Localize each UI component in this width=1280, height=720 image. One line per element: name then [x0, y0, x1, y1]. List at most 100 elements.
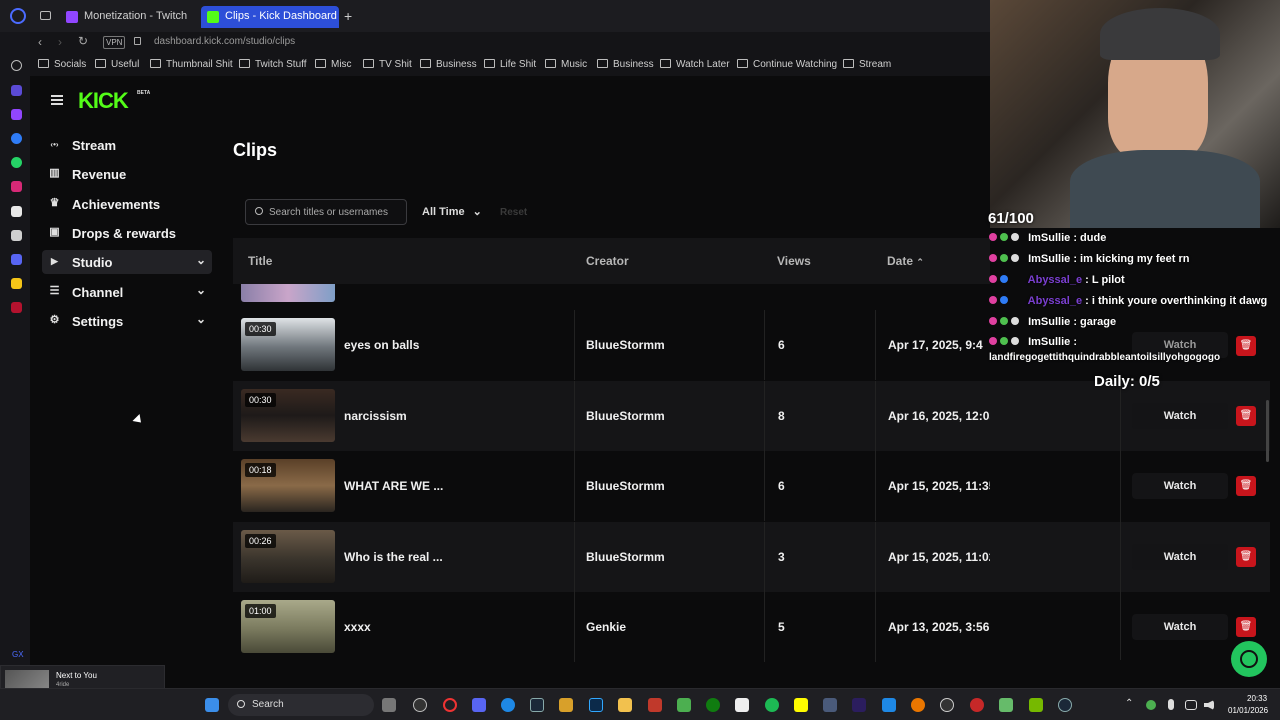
watch-button[interactable]: Watch — [1132, 614, 1228, 640]
app-icon[interactable] — [970, 698, 984, 712]
chevron-up-icon[interactable]: ⌃ — [1125, 698, 1133, 709]
tiktok-icon[interactable] — [11, 206, 22, 217]
clip-thumbnail[interactable]: 00:26 — [241, 530, 335, 583]
bookmark-folder[interactable]: Watch Later — [660, 59, 730, 70]
column-date[interactable]: Date ⌃ — [887, 254, 924, 268]
kick-logo[interactable]: KICK — [78, 88, 129, 114]
delete-icon[interactable]: 🗑 — [1236, 406, 1256, 426]
app-icon[interactable] — [823, 698, 837, 712]
bookmark-folder[interactable]: Music — [545, 59, 587, 70]
obs-icon[interactable] — [413, 698, 427, 712]
clip-title[interactable]: WHAT ARE WE ... — [344, 479, 443, 493]
table-row[interactable]: 00:18 WHAT ARE WE ... BluueStormm 6 Apr … — [233, 451, 1017, 521]
app-icon[interactable] — [999, 698, 1013, 712]
browser-logo-icon[interactable] — [10, 8, 26, 24]
bookmark-folder[interactable]: Misc — [315, 59, 352, 70]
table-row[interactable]: 00:30 eyes on balls BluueStormm 6 Apr 17… — [233, 310, 990, 380]
vpn-badge[interactable]: VPN — [103, 36, 126, 49]
time-filter-select[interactable]: All Time ⌄ — [422, 205, 482, 218]
new-tab-button[interactable]: + — [344, 8, 352, 24]
discord-icon[interactable] — [11, 254, 22, 265]
nav-channel[interactable]: ☰ Channel ⌄ — [42, 280, 212, 304]
bookmark-folder[interactable]: Twitch Stuff — [239, 59, 307, 70]
extension-icon[interactable] — [11, 302, 22, 313]
nav-drops-rewards[interactable]: ▣ Drops & rewards — [42, 221, 212, 245]
clip-title[interactable]: xxxx — [344, 620, 371, 634]
folder-icon[interactable] — [618, 698, 632, 712]
table-row[interactable]: 01:00 xxxx Genkie 5 Apr 13, 2025, 3:56 P… — [233, 592, 1011, 662]
tray-icon[interactable] — [1146, 700, 1156, 710]
watch-button[interactable]: Watch — [1132, 544, 1228, 570]
messenger-icon[interactable] — [11, 133, 22, 144]
bookmark-folder[interactable]: Stream — [843, 59, 891, 70]
bookmark-folder[interactable]: Continue Watching — [737, 59, 837, 70]
watch-button[interactable]: Watch — [1132, 473, 1228, 499]
url-field[interactable]: dashboard.kick.com/studio/clips — [154, 36, 295, 47]
twitch-icon[interactable] — [11, 109, 22, 120]
clip-title[interactable]: eyes on balls — [344, 338, 419, 352]
clip-thumbnail[interactable]: 00:30 — [241, 318, 335, 371]
bookmark-folder[interactable]: Thumbnail Shit — [150, 59, 233, 70]
discord-icon[interactable] — [472, 698, 486, 712]
bookmark-folder[interactable]: Useful — [95, 59, 139, 70]
capcut-icon[interactable] — [735, 698, 749, 712]
nav-revenue[interactable]: ▥ Revenue — [42, 162, 212, 186]
back-icon[interactable]: ‹ — [38, 35, 42, 49]
watch-button[interactable]: Watch — [1132, 403, 1228, 429]
table-row[interactable]: 00:30 narcissism BluueStormm 8 Apr 16, 2… — [233, 381, 1018, 451]
xbox-icon[interactable] — [706, 698, 720, 712]
microphone-icon[interactable] — [1168, 699, 1174, 710]
app-icon[interactable] — [648, 698, 662, 712]
reload-icon[interactable]: ↻ — [78, 34, 88, 48]
nav-stream[interactable]: ‹•› Stream — [42, 133, 212, 157]
taskbar-search[interactable]: Search — [228, 694, 374, 716]
file-explorer-icon[interactable] — [382, 698, 396, 712]
bookmark-folder[interactable]: Business — [420, 59, 477, 70]
spotify-icon[interactable] — [765, 698, 779, 712]
clip-title[interactable]: narcissism — [344, 409, 407, 423]
forward-icon[interactable]: › — [58, 35, 62, 49]
network-icon[interactable] — [1185, 700, 1197, 710]
delete-icon[interactable]: 🗑 — [1236, 547, 1256, 567]
steam-icon[interactable] — [1058, 698, 1072, 712]
x-icon[interactable] — [11, 230, 22, 241]
windows-start-icon[interactable] — [205, 698, 219, 712]
opera-gx-icon[interactable] — [443, 698, 457, 712]
clip-title[interactable]: Who is the real ... — [344, 550, 443, 564]
column-title[interactable]: Title — [248, 254, 272, 268]
clip-thumbnail[interactable]: 00:30 — [241, 389, 335, 442]
column-creator[interactable]: Creator — [586, 254, 629, 268]
reset-button[interactable]: Reset — [500, 207, 527, 218]
clock-time[interactable]: 20:33 — [1247, 694, 1267, 703]
bookmark-folder[interactable]: Business — [597, 59, 654, 70]
clock-date[interactable]: 01/01/2026 — [1228, 706, 1268, 715]
table-row[interactable]: 00:26 Who is the real ... BluueStormm 3 … — [233, 522, 1017, 592]
notepad-icon[interactable] — [677, 698, 691, 712]
whatsapp-icon[interactable] — [11, 157, 22, 168]
app-icon[interactable] — [852, 698, 866, 712]
bookmark-folder[interactable]: TV Shit — [363, 59, 412, 70]
nav-settings[interactable]: ⚙ Settings ⌄ — [42, 309, 212, 333]
instagram-icon[interactable] — [11, 181, 22, 192]
delete-icon[interactable]: 🗑 — [1236, 476, 1256, 496]
bookmark-folder[interactable]: Life Shit — [484, 59, 536, 70]
search-input[interactable]: Search titles or usernames — [245, 199, 407, 225]
crypto-icon[interactable] — [11, 85, 22, 96]
nvidia-icon[interactable] — [1029, 698, 1043, 712]
nav-studio[interactable]: ▶ Studio ⌄ — [42, 250, 212, 274]
steam-icon[interactable] — [530, 698, 544, 712]
clip-thumbnail[interactable]: 00:18 — [241, 459, 335, 512]
clip-thumbnail[interactable]: 01:00 — [241, 600, 335, 653]
volume-icon[interactable] — [1204, 700, 1214, 710]
browser-icon[interactable] — [501, 698, 515, 712]
nav-achievements[interactable]: ♛ Achievements — [42, 192, 212, 216]
tab-twitch[interactable]: Monetization - Twitch — [60, 6, 196, 28]
bookmark-folder[interactable]: Socials — [38, 59, 86, 70]
notes-icon[interactable] — [11, 278, 22, 289]
photoshop-icon[interactable] — [589, 698, 603, 712]
delete-icon[interactable]: 🗑 — [1236, 617, 1256, 637]
scrollbar[interactable] — [1266, 400, 1269, 462]
davinci-icon[interactable] — [940, 698, 954, 712]
snapchat-icon[interactable] — [794, 698, 808, 712]
table-row[interactable] — [233, 284, 990, 310]
